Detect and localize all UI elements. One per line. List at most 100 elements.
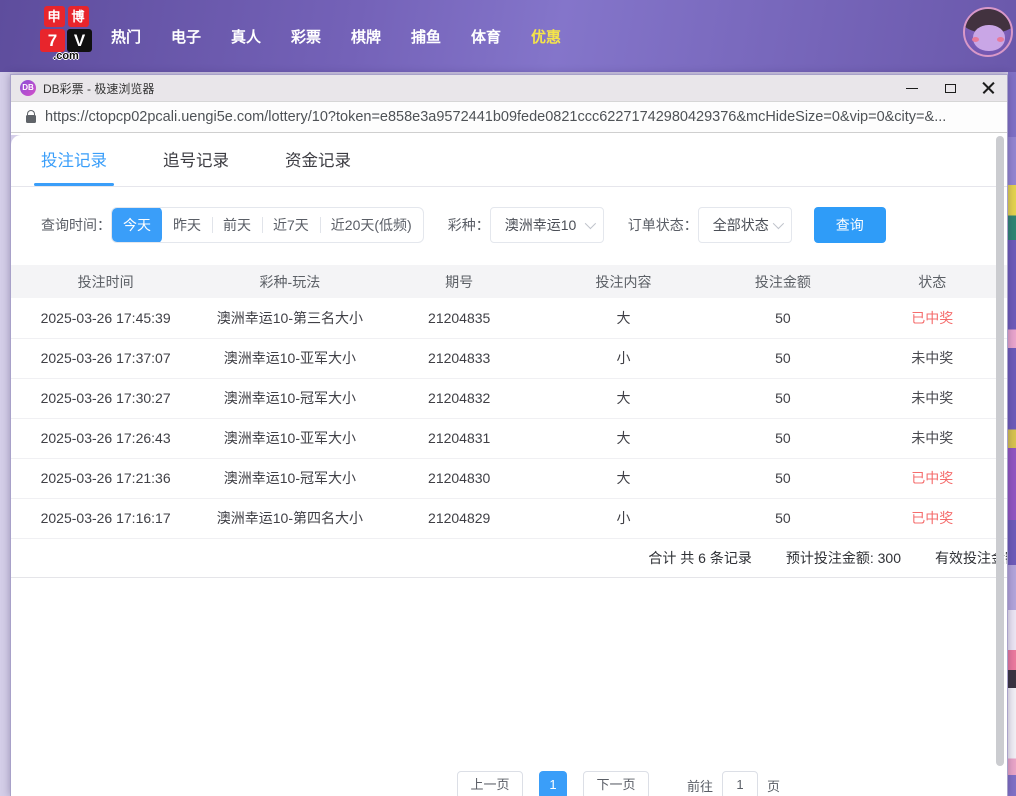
table-row: 2025-03-26 17:21:36澳洲幸运10-冠军大小21204830大5… [11, 458, 1007, 498]
cell-game: 澳洲幸运10-亚军大小 [200, 418, 379, 458]
cell-amount: 50 [708, 498, 857, 538]
close-button[interactable] [969, 75, 1007, 101]
logo-v: V [67, 29, 92, 52]
nav-item-4[interactable]: 彩票 [276, 26, 336, 47]
page-area: 投注记录 追号记录 资金记录 查询时间： 今天昨天前天近7天近20天(低频) 彩… [11, 135, 1007, 796]
pagination: 上一页 1 下一页 前往 1 页 [457, 771, 780, 796]
nav-item-1[interactable]: 热门 [96, 26, 156, 47]
minimize-icon [906, 88, 918, 89]
lottery-select[interactable]: 澳洲幸运10 [490, 207, 604, 243]
logo-badge-1: 申 [44, 6, 65, 27]
order-status-value: 全部状态 [713, 215, 769, 235]
cell-game: 澳洲幸运10-第四名大小 [200, 498, 379, 538]
window-titlebar: DB DB彩票 - 极速浏览器 [11, 75, 1007, 101]
window-title: DB彩票 - 极速浏览器 [43, 80, 154, 97]
nav-item-6[interactable]: 捕鱼 [396, 26, 456, 47]
cell-content: 大 [539, 418, 708, 458]
nav-item-7[interactable]: 体育 [456, 26, 516, 47]
url-text: https://ctopcp02pcali.uengi5e.com/lotter… [45, 109, 946, 125]
cell-issue: 21204833 [380, 338, 539, 378]
table-row: 2025-03-26 17:37:07澳洲幸运10-亚军大小21204833小5… [11, 338, 1007, 378]
lottery-label: 彩种： [448, 215, 490, 235]
cell-content: 大 [539, 458, 708, 498]
logo-badge-2: 博 [68, 6, 89, 27]
cell-game: 澳洲幸运10-冠军大小 [200, 458, 379, 498]
cell-time: 2025-03-26 17:37:07 [11, 338, 200, 378]
table-row: 2025-03-26 17:30:27澳洲幸运10-冠军大小21204832大5… [11, 378, 1007, 418]
maximize-button[interactable] [931, 75, 969, 101]
close-icon [982, 82, 995, 95]
table-row: 2025-03-26 17:16:17澳洲幸运10-第四名大小21204829小… [11, 498, 1007, 538]
time-option-4[interactable]: 近7天 [262, 207, 320, 243]
goto-page-input[interactable]: 1 [722, 771, 758, 796]
goto-page-wrap: 前往 1 页 [687, 771, 780, 796]
cell-amount: 50 [708, 338, 857, 378]
lobby-navbar: 申 博 7 V .com 热门电子真人彩票棋牌捕鱼体育优惠 [0, 0, 1016, 72]
cell-time: 2025-03-26 17:21:36 [11, 458, 200, 498]
cell-status: 未中奖 [858, 338, 1007, 378]
tab-chase-records[interactable]: 追号记录 [163, 147, 229, 186]
logo-7: 7 [40, 29, 65, 52]
cell-time: 2025-03-26 17:16:17 [11, 498, 200, 538]
col-header-4: 投注内容 [539, 265, 708, 298]
tab-fund-records[interactable]: 资金记录 [285, 147, 351, 186]
cell-content: 大 [539, 378, 708, 418]
vertical-scrollbar[interactable] [996, 136, 1004, 766]
cell-content: 大 [539, 298, 708, 338]
nav-item-2[interactable]: 电子 [156, 26, 216, 47]
logo-suffix: .com [53, 50, 79, 62]
time-option-3[interactable]: 前天 [212, 207, 262, 243]
avatar-blush-left [972, 37, 979, 42]
cell-issue: 21204832 [380, 378, 539, 418]
cell-status: 已中奖 [858, 498, 1007, 538]
cell-time: 2025-03-26 17:45:39 [11, 298, 200, 338]
user-avatar[interactable] [963, 7, 1013, 57]
chevron-down-icon [584, 218, 595, 229]
cell-content: 小 [539, 498, 708, 538]
cell-time: 2025-03-26 17:26:43 [11, 418, 200, 458]
col-header-2: 彩种-玩法 [200, 265, 379, 298]
cell-amount: 50 [708, 418, 857, 458]
nav-item-3[interactable]: 真人 [216, 26, 276, 47]
table-row: 2025-03-26 17:45:39澳洲幸运10-第三名大小21204835大… [11, 298, 1007, 338]
cell-amount: 50 [708, 458, 857, 498]
cell-status: 已中奖 [858, 298, 1007, 338]
order-status-select[interactable]: 全部状态 [698, 207, 792, 243]
nav-menu: 热门电子真人彩票棋牌捕鱼体育优惠 [96, 0, 576, 72]
records-card: 投注记录 追号记录 资金记录 查询时间： 今天昨天前天近7天近20天(低频) 彩… [11, 135, 1007, 796]
maximize-icon [945, 84, 956, 93]
cell-issue: 21204835 [380, 298, 539, 338]
cell-amount: 50 [708, 298, 857, 338]
next-page-button[interactable]: 下一页 [583, 771, 649, 796]
cell-time: 2025-03-26 17:30:27 [11, 378, 200, 418]
cell-amount: 50 [708, 378, 857, 418]
cell-game: 澳洲幸运10-亚军大小 [200, 338, 379, 378]
cell-issue: 21204831 [380, 418, 539, 458]
time-option-2[interactable]: 昨天 [162, 207, 212, 243]
nav-item-8[interactable]: 优惠 [516, 26, 576, 47]
nav-item-5[interactable]: 棋牌 [336, 26, 396, 47]
tab-bet-records[interactable]: 投注记录 [41, 147, 107, 186]
tabs-row: 投注记录 追号记录 资金记录 [11, 135, 1007, 187]
url-bar[interactable]: https://ctopcp02pcali.uengi5e.com/lotter… [11, 101, 1007, 133]
prev-page-button[interactable]: 上一页 [457, 771, 523, 796]
logo-7v: 7 V [40, 29, 92, 52]
avatar-bun-right [998, 11, 1013, 24]
cell-issue: 21204829 [380, 498, 539, 538]
header-row: 投注时间彩种-玩法期号投注内容投注金额状态 [11, 265, 1007, 298]
page-1-button[interactable]: 1 [539, 771, 567, 796]
chevron-down-icon [772, 218, 783, 229]
cell-game: 澳洲幸运10-冠军大小 [200, 378, 379, 418]
minimize-button[interactable] [893, 75, 931, 101]
time-option-1[interactable]: 今天 [112, 207, 162, 243]
summary-expected-amount: 预计投注金额: 300 [786, 548, 901, 568]
site-logo[interactable]: 申 博 7 V .com [36, 6, 96, 62]
cell-status: 未中奖 [858, 378, 1007, 418]
time-range-group: 今天昨天前天近7天近20天(低频) [111, 207, 424, 243]
lottery-select-value: 澳洲幸运10 [505, 215, 577, 235]
browser-app-icon: DB [20, 80, 36, 96]
search-button[interactable]: 查询 [814, 207, 886, 243]
time-option-5[interactable]: 近20天(低频) [320, 207, 423, 243]
cell-game: 澳洲幸运10-第三名大小 [200, 298, 379, 338]
summary-row: 合计 共 6 条记录 预计投注金额: 300 有效投注金额 [11, 539, 1007, 578]
